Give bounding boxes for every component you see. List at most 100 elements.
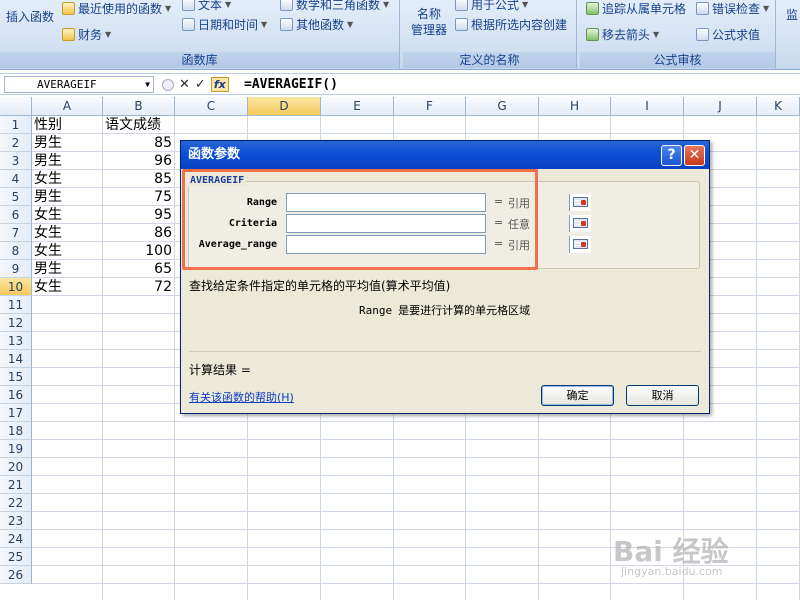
row-header[interactable]: 17 (0, 404, 32, 422)
row-header[interactable]: 16 (0, 386, 32, 404)
use-in-formula-button[interactable]: 用于公式 ▼ (455, 0, 528, 13)
close-icon[interactable]: ✕ (684, 145, 705, 166)
financial-button[interactable]: 财务 ▼ (62, 26, 111, 43)
column-header[interactable]: B (103, 97, 175, 116)
help-icon[interactable]: ? (661, 145, 682, 166)
row-header[interactable]: 25 (0, 548, 32, 566)
row-header[interactable]: 20 (0, 458, 32, 476)
name-manager-button[interactable]: 名称 管理器 (411, 6, 447, 38)
cell-b[interactable]: 75 (103, 188, 175, 206)
column-header[interactable]: K (757, 97, 800, 116)
trace-dependents-button[interactable]: 追踪从属单元格 (586, 0, 686, 17)
more-functions-button[interactable]: 其他函数 ▼ (280, 16, 353, 33)
cell-b[interactable]: 65 (103, 260, 175, 278)
recent-functions-button[interactable]: 最近使用的函数 ▼ (62, 0, 171, 17)
select-all-corner[interactable] (0, 97, 32, 116)
row-header[interactable]: 19 (0, 440, 32, 458)
column-header[interactable]: A (32, 97, 103, 116)
cell-a[interactable]: 性别 (32, 116, 103, 134)
insert-function-label: 插入函数 (6, 10, 55, 24)
row-header[interactable]: 10 (0, 278, 32, 296)
row-header[interactable]: 21 (0, 476, 32, 494)
insert-function-button[interactable]: 插入函数 (6, 8, 54, 25)
cell-a[interactable]: 女生 (32, 206, 103, 224)
watermark-url: jingyan.baidu.com (621, 565, 723, 578)
cell-b[interactable]: 85 (103, 134, 175, 152)
cell-b[interactable]: 96 (103, 152, 175, 170)
grid-line (32, 439, 800, 440)
column-header[interactable]: J (684, 97, 757, 116)
row-header[interactable]: 3 (0, 152, 32, 170)
watch-window-button[interactable]: 监 (786, 6, 798, 23)
ok-button[interactable]: 确定 (541, 385, 614, 406)
cell-b[interactable]: 95 (103, 206, 175, 224)
collapse-dialog-icon[interactable] (569, 236, 591, 253)
cell-a[interactable]: 女生 (32, 278, 103, 296)
row-header[interactable]: 11 (0, 296, 32, 314)
row-header[interactable]: 13 (0, 332, 32, 350)
row-header[interactable]: 12 (0, 314, 32, 332)
column-header[interactable]: H (539, 97, 611, 116)
cancel-button[interactable]: 取消 (626, 385, 699, 406)
grid-line (32, 475, 800, 476)
row-header[interactable]: 5 (0, 188, 32, 206)
cell-a[interactable]: 女生 (32, 242, 103, 260)
row-header[interactable]: 18 (0, 422, 32, 440)
collapse-dialog-icon[interactable] (569, 215, 591, 232)
column-header[interactable]: F (394, 97, 466, 116)
row-header[interactable]: 26 (0, 566, 32, 584)
row-header[interactable]: 1 (0, 116, 32, 134)
row-header[interactable]: 7 (0, 224, 32, 242)
row-header[interactable]: 6 (0, 206, 32, 224)
row-header[interactable]: 4 (0, 170, 32, 188)
row-header[interactable]: 2 (0, 134, 32, 152)
function-library-title: 函数库 (0, 52, 399, 68)
enter-entry-icon[interactable]: ✓ (195, 77, 206, 92)
row-header[interactable]: 15 (0, 368, 32, 386)
evaluate-formula-button[interactable]: 公式求值 (696, 26, 760, 43)
cell-b[interactable]: 85 (103, 170, 175, 188)
cell-b[interactable]: 72 (103, 278, 175, 296)
error-checking-label: 错误检查 (712, 2, 761, 16)
column-header[interactable]: I (611, 97, 684, 116)
row-header[interactable]: 9 (0, 260, 32, 278)
insert-function-icon[interactable]: fx (210, 77, 229, 92)
help-link[interactable]: 有关该函数的帮助(H) (189, 389, 294, 405)
column-header[interactable]: E (321, 97, 394, 116)
cell-a[interactable]: 男生 (32, 260, 103, 278)
formula-buttons: ✕ ✓ fx (158, 76, 234, 93)
trace-arrow-icon (586, 2, 599, 15)
row-header[interactable]: 22 (0, 494, 32, 512)
column-header[interactable]: C (175, 97, 248, 116)
cell-b[interactable]: 86 (103, 224, 175, 242)
cell-b[interactable]: 100 (103, 242, 175, 260)
cell-a[interactable]: 男生 (32, 134, 103, 152)
row-header[interactable]: 8 (0, 242, 32, 260)
row-header[interactable]: 14 (0, 350, 32, 368)
column-header[interactable]: G (466, 97, 539, 116)
cell-a[interactable]: 女生 (32, 224, 103, 242)
date-time-button[interactable]: 日期和时间 ▼ (182, 16, 267, 33)
cell-b[interactable]: 语文成绩 (103, 116, 175, 134)
remove-arrows-label: 移去箭头 (602, 28, 651, 42)
cell-a[interactable]: 女生 (32, 170, 103, 188)
parameter-name: Range (359, 304, 393, 317)
parameter-description: Range 是要进行计算的单元格区域 (359, 302, 530, 318)
create-from-selection-button[interactable]: 根据所选内容创建 (455, 16, 567, 33)
cell-a[interactable]: 男生 (32, 152, 103, 170)
text-functions-button[interactable]: 文本 ▼ (182, 0, 231, 13)
error-checking-button[interactable]: 错误检查 ▼ (696, 0, 769, 17)
cancel-entry-icon[interactable]: ✕ (179, 77, 190, 92)
circle-icon (162, 78, 174, 91)
row-header[interactable]: 23 (0, 512, 32, 530)
row-header[interactable]: 24 (0, 530, 32, 548)
name-box[interactable]: AVERAGEIF ▼ (4, 76, 154, 93)
formula-input[interactable]: =AVERAGEIF() (244, 76, 338, 93)
chevron-down-icon[interactable]: ▼ (145, 77, 150, 92)
cell-a[interactable]: 男生 (32, 188, 103, 206)
remove-arrows-button[interactable]: 移去箭头 ▼ (586, 26, 659, 43)
collapse-dialog-icon[interactable] (569, 194, 591, 211)
column-header[interactable]: D (248, 97, 321, 116)
math-trig-button[interactable]: 数学和三角函数 ▼ (280, 0, 389, 13)
watch-group: 监 (779, 0, 800, 70)
